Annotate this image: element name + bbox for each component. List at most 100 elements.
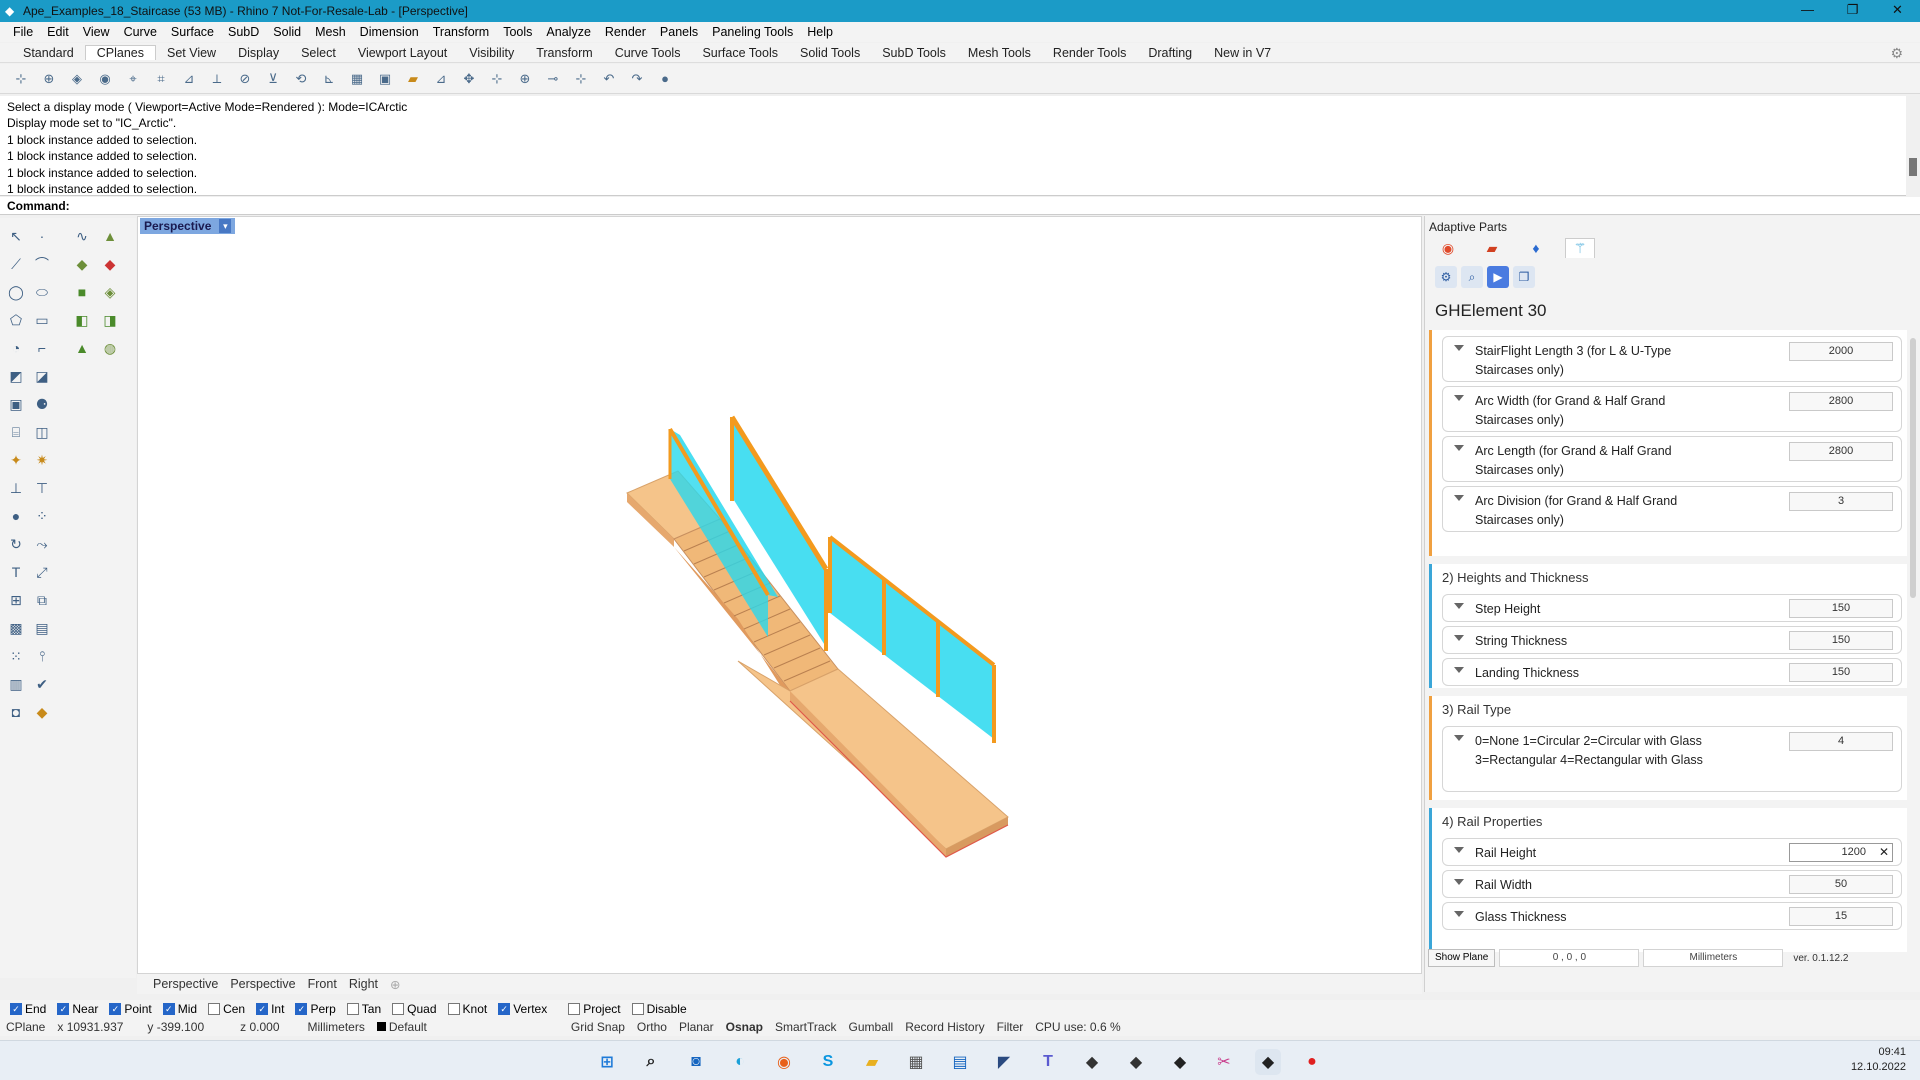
tab-display[interactable]: Display <box>227 46 290 60</box>
dimension-icon[interactable]: ⤢ <box>30 560 54 584</box>
toggle-planar[interactable]: Planar <box>679 1020 714 1034</box>
menu-file[interactable]: File <box>6 25 40 39</box>
snap-tool-icon[interactable]: ⊿ <box>430 68 452 90</box>
mirror-icon[interactable]: ⧉ <box>30 588 54 612</box>
toggle-smarttrack[interactable]: SmartTrack <box>775 1020 837 1034</box>
snap-tool-icon[interactable]: ⊹ <box>570 68 592 90</box>
extrude-icon[interactable]: ▲ <box>70 336 94 360</box>
color-wheel-icon[interactable]: ◉ <box>1433 238 1463 258</box>
redo-icon[interactable]: ↷ <box>626 68 648 90</box>
osnap-cen-checkbox[interactable]: Cen <box>208 1002 245 1016</box>
chevron-down-icon[interactable] <box>1454 445 1464 451</box>
param-value-input[interactable]: 3 <box>1789 492 1893 511</box>
solid-icon[interactable]: ◆ <box>98 252 122 276</box>
minimize-button[interactable]: — <box>1785 0 1830 22</box>
material-icon[interactable]: ◘ <box>4 700 28 724</box>
ellipse-icon[interactable]: ⬭ <box>30 280 54 304</box>
calculator-icon[interactable]: ▦ <box>903 1049 929 1075</box>
boolean-icon[interactable]: ◧ <box>70 308 94 332</box>
trim-icon[interactable]: ⊤ <box>30 476 54 500</box>
osnap-end-tool-icon[interactable]: ⊹ <box>10 68 32 90</box>
rhino-active-icon[interactable]: ◆ <box>1255 1049 1281 1075</box>
menu-view[interactable]: View <box>76 25 117 39</box>
center-snap-icon[interactable]: ◉ <box>94 68 116 90</box>
block-icon[interactable]: ◨ <box>98 308 122 332</box>
chevron-down-icon[interactable] <box>1454 635 1464 641</box>
menu-tools[interactable]: Tools <box>496 25 539 39</box>
menu-mesh[interactable]: Mesh <box>308 25 353 39</box>
chevron-down-icon[interactable] <box>1454 735 1464 741</box>
toggle-grid-snap[interactable]: Grid Snap <box>571 1020 625 1034</box>
solid-cube-icon[interactable]: ▣ <box>4 392 28 416</box>
menu-help[interactable]: Help <box>800 25 840 39</box>
snap-tool-icon[interactable]: ⟂ <box>206 68 228 90</box>
menu-curve[interactable]: Curve <box>117 25 164 39</box>
snap-tool-icon[interactable]: ⊘ <box>234 68 256 90</box>
toggle-osnap[interactable]: Osnap <box>726 1020 763 1034</box>
osnap-quad-checkbox[interactable]: Quad <box>392 1002 437 1016</box>
polyline-icon[interactable]: ⟋ <box>4 252 28 276</box>
osnap-vertex-checkbox[interactable]: ✓ Vertex <box>498 1002 547 1016</box>
menu-surface[interactable]: Surface <box>164 25 221 39</box>
copy-icon[interactable]: ❐ <box>1513 266 1535 288</box>
point-tool-icon[interactable]: ⊕ <box>38 68 60 90</box>
rhino-icon[interactable]: ◆ <box>1123 1049 1149 1075</box>
menu-panels[interactable]: Panels <box>653 25 705 39</box>
snap-tool-icon[interactable]: ⊕ <box>514 68 536 90</box>
object-snap-icon[interactable]: ◈ <box>66 68 88 90</box>
file-explorer-icon[interactable]: ▰ <box>859 1049 885 1075</box>
ungroup-icon[interactable]: ⁘ <box>30 504 54 528</box>
snap-tool-icon[interactable]: ⌖ <box>122 68 144 90</box>
render-sphere-icon[interactable]: ● <box>654 68 676 90</box>
menu-solid[interactable]: Solid <box>266 25 308 39</box>
osnap-int-checkbox[interactable]: ✓ Int <box>256 1002 284 1016</box>
toggle-gumball[interactable]: Gumball <box>849 1020 894 1034</box>
menu-analyze[interactable]: Analyze <box>539 25 597 39</box>
array-icon[interactable]: ⊞ <box>4 588 28 612</box>
loft-icon[interactable]: ◪ <box>30 364 54 388</box>
skype-icon[interactable]: S <box>815 1049 841 1075</box>
notepad-icon[interactable]: ▤ <box>947 1049 973 1075</box>
select-arrow-icon[interactable]: ↖ <box>4 224 28 248</box>
rotate-icon[interactable]: ↻ <box>4 532 28 556</box>
tab-transform[interactable]: Transform <box>525 46 604 60</box>
tab-select[interactable]: Select <box>290 46 347 60</box>
text-icon[interactable]: T <box>4 560 28 584</box>
menu-render[interactable]: Render <box>598 25 653 39</box>
adaptive-parts-tab-icon[interactable]: ⚚ <box>1565 238 1595 258</box>
polygon-icon[interactable]: ⬠ <box>4 308 28 332</box>
rail-height-input[interactable]: 1200 <box>1789 843 1893 862</box>
chevron-down-icon[interactable] <box>1454 345 1464 351</box>
solid-box-icon[interactable]: ▲ <box>98 224 122 248</box>
chevron-down-icon[interactable] <box>1454 879 1464 885</box>
tab-surface-tools[interactable]: Surface Tools <box>691 46 789 60</box>
param-value-input[interactable]: 4 <box>1789 732 1893 751</box>
snap-tool-icon[interactable]: ⊸ <box>542 68 564 90</box>
paint-icon[interactable]: ◆ <box>30 700 54 724</box>
chevron-down-icon[interactable]: ▾ <box>219 219 232 233</box>
split-icon[interactable]: ⊥ <box>4 476 28 500</box>
tab-new-in-v7[interactable]: New in V7 <box>1203 46 1282 60</box>
undo-icon[interactable]: ↶ <box>598 68 620 90</box>
command-history-scrollbar[interactable] <box>1906 96 1920 196</box>
check-icon[interactable]: ✔ <box>30 672 54 696</box>
snap-tool-icon[interactable]: ⊹ <box>486 68 508 90</box>
snap-tool-icon[interactable]: ⌗ <box>150 68 172 90</box>
spheres-icon[interactable]: ⚈ <box>30 392 54 416</box>
osnap-point-checkbox[interactable]: ✓ Point <box>109 1002 152 1016</box>
tab-solid-tools[interactable]: Solid Tools <box>789 46 871 60</box>
param-value-input[interactable]: 15 <box>1789 907 1893 926</box>
search-icon[interactable]: ⌕ <box>638 1049 664 1075</box>
group-icon[interactable]: ● <box>4 504 28 528</box>
move-icon[interactable]: ⤳ <box>30 532 54 556</box>
pan-icon[interactable]: ✥ <box>458 68 480 90</box>
app-icon[interactable]: ◤ <box>991 1049 1017 1075</box>
gear-icon[interactable]: ⚙ <box>1879 45 1914 62</box>
circle-icon[interactable]: ◯ <box>4 280 28 304</box>
tab-mesh-tools[interactable]: Mesh Tools <box>957 46 1042 60</box>
perspective-viewport[interactable]: Perspective ▾ <box>137 216 1422 974</box>
rhino-icon[interactable]: ◆ <box>1167 1049 1193 1075</box>
show-plane-button[interactable]: Show Plane <box>1428 949 1496 967</box>
osnap-project-checkbox[interactable]: Project <box>568 1002 621 1016</box>
param-value-input[interactable]: 2000 <box>1789 342 1893 361</box>
